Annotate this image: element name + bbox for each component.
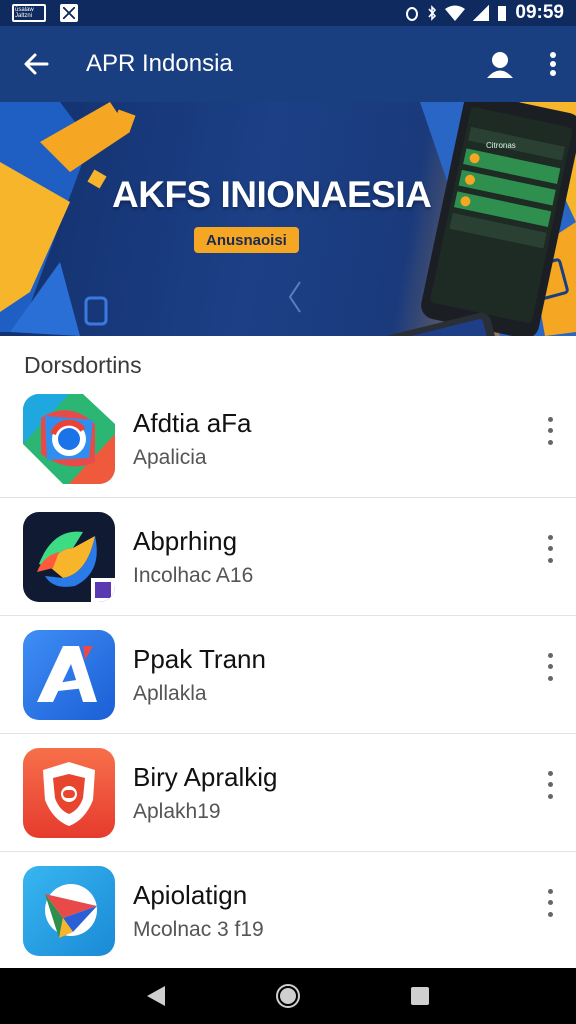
list-item[interactable]: Afdtia aFa Apalicia — [0, 380, 576, 498]
dot — [547, 546, 553, 552]
banner-cta-button[interactable]: Anusnaoisi — [194, 227, 299, 253]
dot — [547, 771, 553, 777]
list-item[interactable]: Abprhing Incolhac A16 — [0, 498, 576, 616]
list-item[interactable]: Ppak Trann Apllakla — [0, 616, 576, 734]
wifi-icon — [445, 5, 466, 21]
nav-back-button[interactable] — [136, 976, 176, 1016]
dot — [547, 557, 553, 563]
recents-square-icon — [411, 987, 429, 1005]
dot — [547, 782, 553, 788]
notification-text: ūsalaw Jaltzni — [15, 7, 34, 19]
shield-icon — [23, 748, 115, 838]
back-triangle-icon — [147, 986, 165, 1006]
battery-icon — [498, 6, 507, 21]
status-bar: ūsalaw Jaltzni 09:59 — [0, 0, 576, 26]
dot — [547, 417, 553, 423]
home-circle-icon — [276, 984, 300, 1008]
image-notification-icon — [60, 4, 78, 22]
notification-icon: ūsalaw Jaltzni — [12, 4, 46, 22]
dot — [547, 793, 553, 799]
dot — [547, 911, 553, 917]
list-item[interactable]: Apiolatign Mcolnac 3 f19 — [0, 852, 576, 970]
profile-button[interactable] — [470, 26, 530, 102]
dot — [547, 428, 553, 434]
row-more-button[interactable] — [542, 768, 558, 802]
list-item[interactable]: Biry Apralkig Aplakh19 — [0, 734, 576, 852]
app-list: Afdtia aFa Apalicia Abprhing Incolhac A1… — [0, 380, 576, 970]
row-more-button[interactable] — [542, 414, 558, 448]
row-more-button[interactable] — [542, 886, 558, 920]
section-title: Dorsdortins — [24, 352, 142, 378]
status-time: 09:59 — [515, 2, 564, 23]
promo-banner[interactable]: Citronas AKFS INIONAESIA Anusnaoisi — [0, 102, 576, 336]
status-right: 09:59 — [405, 2, 564, 24]
dot — [547, 653, 553, 659]
app-name: Apiolatign — [133, 880, 248, 910]
app-subtitle: Mcolnac 3 f19 — [133, 918, 264, 941]
app-name: Afdtia aFa — [133, 408, 252, 438]
banner-title: AKFS INIONAESIA — [112, 174, 432, 215]
app-name: Abprhing — [133, 526, 238, 556]
dot — [547, 439, 553, 445]
app-bar: APR Indonsia — [0, 26, 576, 102]
dot — [547, 664, 553, 670]
system-nav-bar — [0, 968, 576, 1024]
chrome-style-icon — [23, 394, 115, 484]
signal-icon — [473, 5, 490, 21]
status-left: ūsalaw Jaltzni — [12, 4, 78, 22]
more-vert-icon — [550, 52, 556, 76]
dot — [547, 675, 553, 681]
dot — [547, 900, 553, 906]
phone-front — [325, 312, 504, 336]
row-more-button[interactable] — [542, 532, 558, 566]
overflow-menu-button[interactable] — [530, 26, 576, 102]
alarm-icon — [406, 7, 419, 21]
back-button[interactable] — [0, 26, 72, 102]
swirl-icon — [23, 512, 115, 602]
nav-home-button[interactable] — [268, 976, 308, 1016]
app-name: Ppak Trann — [133, 644, 266, 674]
app-subtitle: Apalicia — [133, 446, 207, 469]
profile-icon — [487, 52, 513, 78]
row-more-button[interactable] — [542, 650, 558, 684]
app-subtitle: Apllakla — [133, 682, 207, 705]
dot — [547, 889, 553, 895]
phone-header-text: Citronas — [486, 141, 516, 150]
banner-artwork: Citronas — [0, 102, 576, 336]
page-title: APR Indonsia — [86, 50, 233, 77]
letter-a-icon — [23, 630, 115, 720]
app-name: Biry Apralkig — [133, 762, 278, 792]
arrow-left-icon — [24, 53, 49, 75]
nav-recents-button[interactable] — [400, 976, 440, 1016]
bluetooth-icon — [428, 5, 437, 21]
app-subtitle: Aplakh19 — [133, 800, 221, 823]
dot — [547, 535, 553, 541]
paper-plane-icon — [23, 866, 115, 956]
app-subtitle: Incolhac A16 — [133, 564, 254, 587]
